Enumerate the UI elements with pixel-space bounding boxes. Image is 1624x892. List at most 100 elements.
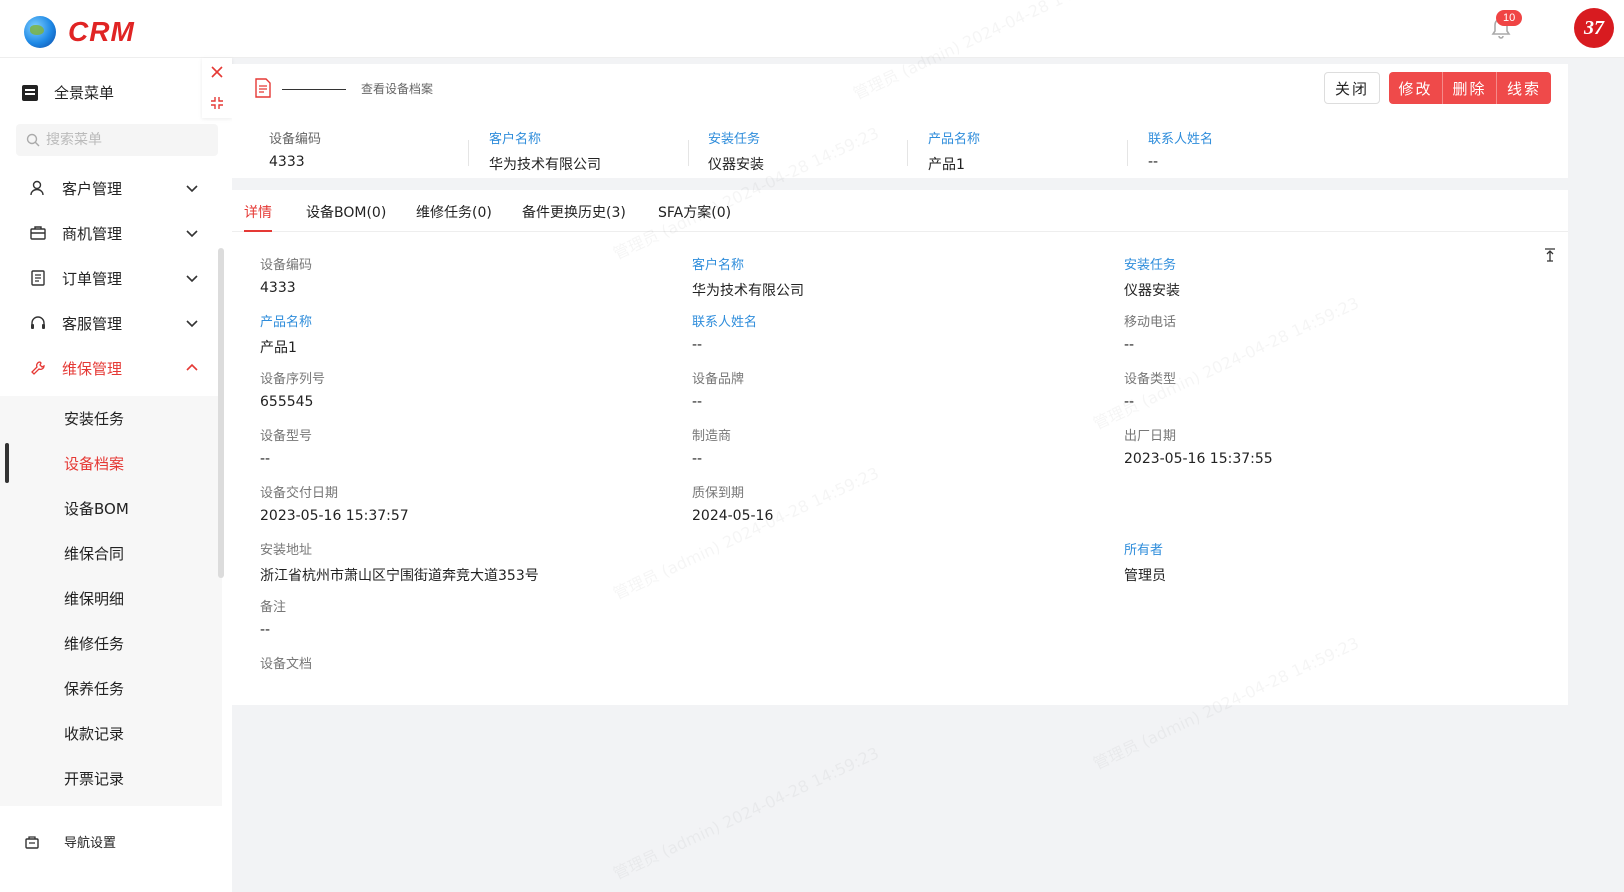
submenu-item[interactable]: 维修任务 [0, 621, 222, 665]
field-address: 安装地址 浙江省杭州市萧山区宁围街道奔竞大道353号 [260, 539, 860, 585]
app-logo[interactable]: CRM [24, 16, 135, 48]
full-menu-button[interactable]: 全景菜单 [22, 82, 114, 103]
field-remark: 备注 -- [260, 596, 640, 642]
tab-device-bom[interactable]: 设备BOM(0) [306, 202, 386, 232]
chevron-down-icon [186, 230, 198, 238]
summary-customer: 客户名称 华为技术有限公司 [489, 128, 689, 174]
avatar[interactable]: 37 [1574, 8, 1614, 48]
submenu-item[interactable]: 维保明细 [0, 576, 222, 620]
field-install-task: 安装任务 仪器安装 [1124, 254, 1504, 300]
title-divider [282, 89, 346, 90]
tab-details[interactable]: 详情 [244, 202, 272, 232]
summary-contact: 联系人姓名 -- [1148, 128, 1348, 170]
summary-value[interactable]: 华为技术有限公司 [489, 154, 689, 174]
field-label: 备注 [260, 600, 287, 615]
sidebar-item-maintenance[interactable]: 维保管理 [0, 348, 222, 388]
field-device-type: 设备类型 -- [1124, 368, 1504, 414]
collapse-icon[interactable] [210, 96, 224, 110]
watermark: 管理员 (admin) 2024-04-28 14:59:23 [609, 740, 883, 885]
field-label: 设备类型 [1124, 372, 1177, 387]
menu-list-icon [22, 84, 38, 101]
field-value: 2023-05-16 15:37:55 [1124, 451, 1273, 467]
close-icon[interactable] [209, 64, 225, 80]
lead-button[interactable]: 线索 [1497, 72, 1551, 104]
field-value[interactable]: 仪器安装 [1124, 280, 1504, 300]
tab-parts-history[interactable]: 备件更换历史(3) [522, 202, 626, 232]
sidebar-item-opportunity[interactable]: 商机管理 [0, 213, 222, 253]
edit-button[interactable]: 修改 [1389, 72, 1443, 104]
pin-top-icon[interactable] [1544, 248, 1556, 262]
chevron-down-icon [186, 320, 198, 328]
submenu-item[interactable]: 保养任务 [0, 666, 222, 710]
globe-icon [24, 16, 56, 48]
delete-button[interactable]: 删除 [1443, 72, 1497, 104]
field-label: 设备型号 [260, 429, 313, 444]
sidebar-item-label: 商机管理 [62, 224, 123, 243]
sidebar-item-order[interactable]: 订单管理 [0, 258, 222, 298]
tab-repair-tasks[interactable]: 维修任务(0) [416, 202, 492, 232]
detail-panel: 详情 设备BOM(0) 维修任务(0) 备件更换历史(3) SFA方案(0) 设… [232, 190, 1568, 705]
field-value: 2023-05-16 15:37:57 [260, 508, 409, 524]
summary-value[interactable]: 仪器安装 [708, 154, 908, 174]
submenu-item[interactable]: 开票记录 [0, 756, 222, 800]
field-delivery-date: 设备交付日期 2023-05-16 15:37:57 [260, 482, 640, 528]
field-label: 联系人姓名 [692, 315, 758, 330]
submenu-item[interactable]: 设备BOM [0, 486, 222, 530]
submenu-item[interactable]: 安装任务 [0, 396, 222, 440]
notification-badge: 10 [1496, 10, 1523, 26]
field-label: 设备交付日期 [260, 486, 339, 501]
sidebar-item-label: 维保管理 [62, 359, 123, 378]
field-contact: 联系人姓名 -- [692, 311, 1072, 357]
chevron-down-icon [186, 185, 198, 193]
field-documents: 设备文档 [260, 653, 640, 672]
summary-value: -- [1148, 154, 1159, 170]
summary-value: 4333 [269, 154, 305, 170]
tab-sfa-plans[interactable]: SFA方案(0) [658, 202, 731, 232]
field-value[interactable]: 管理员 [1124, 565, 1504, 585]
settings-box-icon [25, 835, 39, 849]
sidebar-item-service[interactable]: 客服管理 [0, 303, 222, 343]
page-title: 查看设备档案 [361, 82, 434, 96]
field-label: 安装任务 [1124, 258, 1177, 273]
summary-label: 客户名称 [489, 132, 542, 147]
record-header: 查看设备档案 关闭 修改 删除 线索 设备编码 4333 客户名称 华为技术有限… [232, 64, 1568, 178]
summary-label: 设备编码 [269, 132, 322, 147]
summary-install-task: 安装任务 仪器安装 [708, 128, 908, 174]
headset-icon [28, 313, 48, 333]
summary-label: 产品名称 [928, 132, 981, 147]
field-label: 产品名称 [260, 315, 313, 330]
summary-product: 产品名称 产品1 [928, 128, 1128, 174]
nav-settings-button[interactable]: 导航设置 [24, 832, 116, 851]
chevron-up-icon [186, 363, 198, 371]
field-value[interactable]: 产品1 [260, 337, 640, 357]
divider [1127, 140, 1128, 166]
sidebar-scrollbar[interactable] [218, 248, 224, 578]
field-value[interactable]: 华为技术有限公司 [692, 280, 1072, 300]
field-label: 制造商 [692, 429, 732, 444]
submenu-item-active[interactable]: 设备档案 [0, 441, 222, 485]
tab-bar: 详情 设备BOM(0) 维修任务(0) 备件更换历史(3) SFA方案(0) [232, 190, 1568, 232]
close-button[interactable]: 关闭 [1324, 72, 1380, 104]
search-icon [26, 133, 40, 147]
field-label: 设备序列号 [260, 372, 326, 387]
document-icon [28, 268, 48, 288]
sidebar-item-customer[interactable]: 客户管理 [0, 168, 222, 208]
top-bar: CRM 10 37 [0, 0, 1624, 58]
submenu-item[interactable]: 维保合同 [0, 531, 222, 575]
nav-settings-label: 导航设置 [64, 836, 117, 851]
field-value: 浙江省杭州市萧山区宁围街道奔竞大道353号 [260, 568, 539, 584]
submenu-item[interactable]: 收款记录 [0, 711, 222, 755]
field-device-code: 设备编码 4333 [260, 254, 640, 300]
summary-value[interactable]: 产品1 [928, 154, 1128, 174]
sidebar-controls [202, 58, 232, 118]
maintenance-submenu: 安装任务 设备档案 设备BOM 维保合同 维保明细 维修任务 保养任务 收款记录… [0, 396, 222, 806]
field-value: -- [260, 451, 271, 467]
field-brand: 设备品牌 -- [692, 368, 1072, 414]
menu-search-input[interactable] [46, 132, 206, 148]
chevron-down-icon [186, 275, 198, 283]
field-manufacturer: 制造商 -- [692, 425, 1072, 471]
divider [688, 140, 689, 166]
field-owner: 所有者 管理员 [1124, 539, 1504, 585]
field-value: -- [692, 337, 703, 353]
field-value: -- [692, 451, 703, 467]
